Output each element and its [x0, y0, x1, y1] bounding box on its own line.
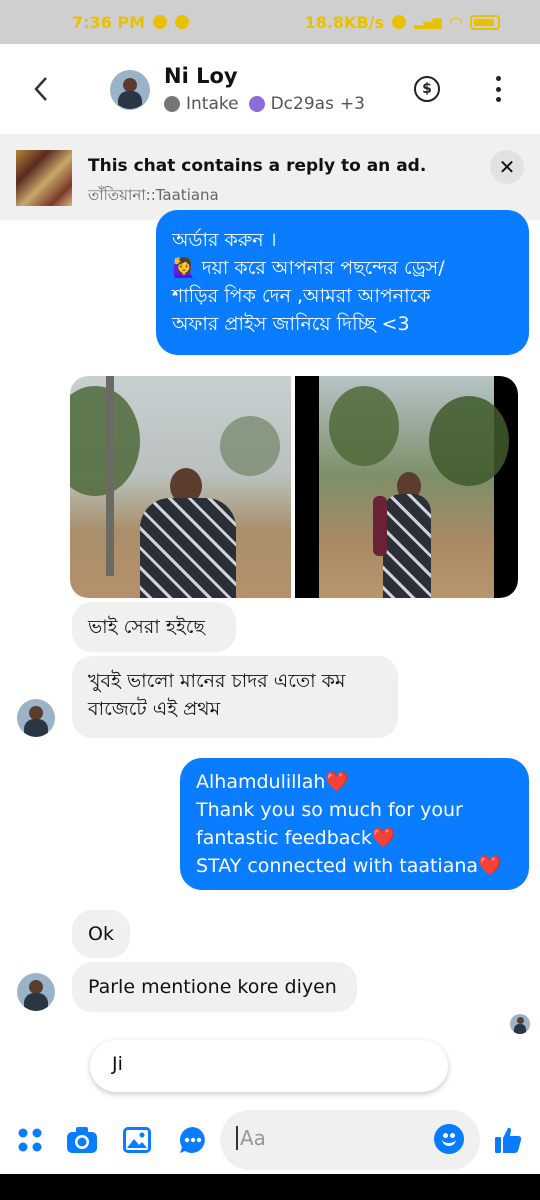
message-line: বাজেটে এই প্রথম	[88, 698, 221, 720]
message-input-placeholder: Aa	[236, 1126, 266, 1150]
emoji-icon[interactable]	[434, 1124, 464, 1154]
tag-dot-dc29as	[248, 96, 265, 112]
app-notification-icon	[175, 15, 190, 29]
close-icon[interactable]: ✕	[490, 150, 524, 184]
message-line: fantastic feedback❤️	[196, 827, 396, 849]
contact-name[interactable]: Ni Loy	[164, 64, 238, 88]
photo-attachments	[70, 376, 518, 598]
alarm-icon	[392, 15, 406, 29]
signal-icon: ▂▄▆	[414, 15, 442, 29]
ad-banner-title: This chat contains a reply to an ad.	[88, 156, 427, 176]
wifi-icon: ◠	[449, 12, 462, 32]
seen-avatar	[510, 1014, 530, 1034]
status-time: 7:36 PM	[72, 12, 146, 32]
photo-attachment-1[interactable]	[70, 376, 291, 598]
incoming-message[interactable]: Parle mentione kore diyen	[72, 962, 357, 1012]
network-speed: 18.8KB/s	[304, 12, 384, 32]
message-line: খুবই ভালো মানের চাদর এতো কম	[88, 670, 346, 692]
tag-intake: Intake	[186, 94, 239, 114]
dollar-circle-icon[interactable]: $	[414, 76, 440, 102]
message-line: Thank you so much for your	[196, 799, 463, 821]
back-arrow-icon[interactable]	[26, 72, 56, 106]
incoming-message[interactable]: Ok	[72, 910, 130, 958]
photo-attachment-2[interactable]	[295, 376, 518, 598]
message-line: STAY connected with taatiana❤️	[196, 855, 502, 877]
apps-icon[interactable]	[14, 1124, 46, 1156]
camera-icon[interactable]	[66, 1124, 98, 1156]
chat-icon[interactable]	[177, 1124, 209, 1156]
heart-emoji: ❤️	[478, 855, 502, 877]
ad-page-name: তাঁতিয়ানা::Taatiana	[88, 186, 219, 204]
sender-avatar[interactable]	[17, 973, 55, 1011]
message-line: Alhamdulillah❤️	[196, 771, 350, 793]
ad-reply-banner: This chat contains a reply to an ad. তাঁ…	[0, 134, 540, 220]
tag-dot-intake	[164, 96, 180, 112]
message-line: অফার প্রাইস জানিয়ে দিচ্ছি <3	[172, 313, 410, 335]
contact-tags[interactable]: Intake Dc29as +3	[164, 94, 365, 114]
incoming-message[interactable]: খুবই ভালো মানের চাদর এতো কম বাজেটে এই প্…	[72, 656, 398, 738]
message-input[interactable]: Aa	[220, 1110, 480, 1170]
status-bar: 7:36 PM 18.8KB/s ▂▄▆ ◠	[0, 0, 540, 44]
contact-avatar[interactable]	[110, 70, 150, 110]
notification-icon	[153, 15, 168, 29]
gallery-icon[interactable]	[121, 1124, 153, 1156]
message-line: শাড়ির পিক দেন ,আমরা আপনাকে	[172, 285, 431, 307]
incoming-message[interactable]: ভাই সেরা হইছে	[72, 602, 236, 652]
message-composer: Aa	[0, 1108, 540, 1174]
battery-icon	[470, 14, 500, 30]
more-tags-count: +3	[339, 94, 365, 114]
chat-header: Ni Loy Intake Dc29as +3 $	[0, 44, 540, 134]
message-line: অর্ডার করুন ।	[172, 229, 277, 251]
kebab-menu-icon[interactable]	[488, 76, 508, 102]
thumbs-up-icon[interactable]	[492, 1124, 524, 1156]
heart-emoji: ❤️	[325, 771, 350, 793]
system-nav-bar	[0, 1174, 540, 1200]
outgoing-message[interactable]: Alhamdulillah❤️ Thank you so much for yo…	[180, 758, 529, 890]
sender-avatar[interactable]	[17, 699, 55, 737]
heart-emoji: ❤️	[371, 827, 396, 849]
ad-thumbnail[interactable]	[16, 150, 72, 206]
outgoing-message[interactable]: অর্ডার করুন । 🙋‍♀️ দয়া করে আপনার পছন্দে…	[156, 210, 529, 355]
quick-reply-suggestion[interactable]: Ji	[90, 1040, 448, 1092]
message-line: 🙋‍♀️ দয়া করে আপনার পছন্দের ড্রেস/	[172, 257, 445, 279]
tag-dc29as: Dc29as	[270, 94, 334, 114]
